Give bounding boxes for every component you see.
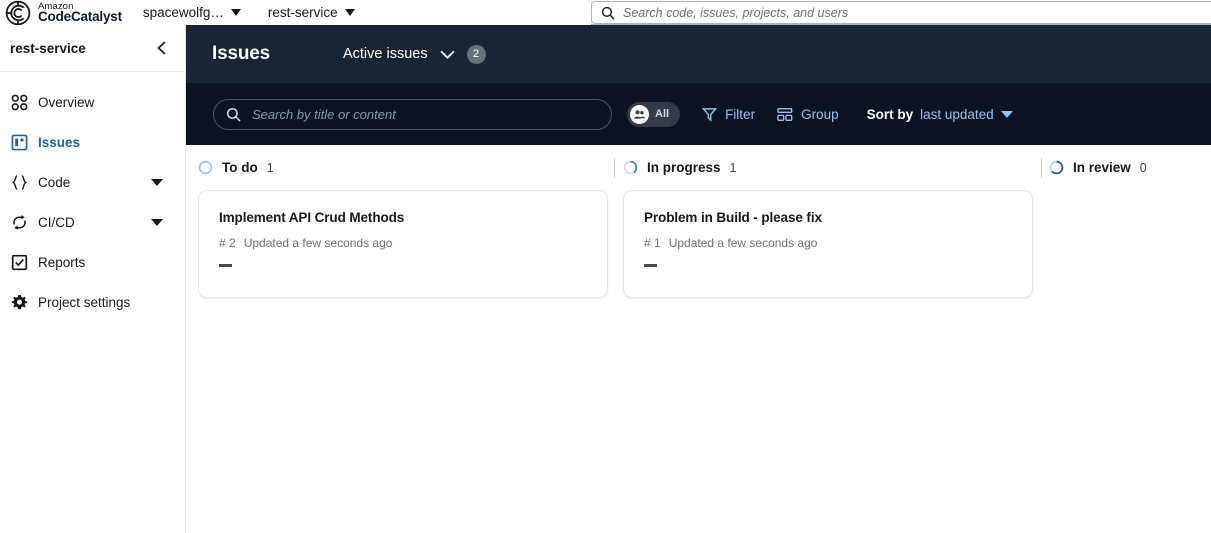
sidebar-label-cicd: CI/CD — [38, 214, 75, 230]
issue-card-updated: Updated a few seconds ago — [668, 236, 818, 250]
sidebar-collapse-button[interactable] — [153, 39, 171, 57]
issues-board-icon — [10, 133, 28, 151]
sidebar-label-project-settings: Project settings — [38, 294, 131, 310]
search-icon — [601, 6, 615, 20]
caret-down-icon — [344, 9, 355, 16]
sidebar-item-project-settings[interactable]: Project settings — [0, 282, 185, 322]
column-divider — [1041, 158, 1042, 178]
sidebar-label-overview: Overview — [38, 94, 95, 110]
sort-by-value[interactable]: last updated — [920, 107, 994, 122]
column-header-to-do: To do 1 — [198, 145, 623, 190]
space-selector[interactable]: spacewolfg… — [143, 5, 241, 20]
sidebar-project-title: rest-service — [10, 40, 86, 56]
group-label: Group — [801, 106, 839, 122]
chevron-left-icon — [157, 41, 166, 55]
sidebar-label-reports: Reports — [38, 254, 86, 270]
column-header-in-review: In review 0 — [1049, 145, 1209, 190]
column-header-in-progress: In progress 1 — [623, 145, 1048, 190]
filter-button[interactable]: Filter — [702, 107, 755, 122]
grid-dots-icon — [10, 93, 28, 111]
board-column-in-progress: In progress 1 Problem in Build - please … — [623, 145, 1048, 298]
group-grid-icon — [777, 107, 793, 121]
search-icon — [226, 107, 241, 122]
sidebar-header: rest-service — [0, 25, 185, 72]
group-button[interactable]: Group — [777, 107, 839, 122]
sidebar-item-issues[interactable]: Issues — [0, 122, 185, 162]
people-icon — [630, 104, 649, 124]
sort-by-label: Sort by — [866, 106, 914, 122]
space-label: spacewolfg… — [142, 5, 224, 20]
active-issues-dropdown[interactable]: Active issues 2 — [342, 44, 486, 64]
issues-search-placeholder: Search by title or content — [252, 106, 396, 122]
global-search-input[interactable]: Search code, issues, projects, and users — [591, 1, 1211, 24]
issues-board: To do 1 Implement API Crud Methods # 2 U… — [186, 145, 1211, 533]
issue-card-updated: Updated a few seconds ago — [243, 236, 393, 250]
column-name-to-do: To do — [222, 160, 258, 175]
caret-down-icon — [230, 9, 241, 16]
filter-label: Filter — [725, 106, 756, 122]
codecatalyst-logo-icon — [5, 0, 31, 25]
caret-down-icon[interactable] — [1000, 110, 1013, 118]
issue-card-meta: # 1 Updated a few seconds ago — [644, 236, 1012, 250]
column-name-in-progress: In progress — [647, 160, 721, 175]
issues-header: Issues Active issues 2 — [186, 25, 1211, 83]
sidebar-item-overview[interactable]: Overview — [0, 82, 185, 122]
active-issues-label: Active issues — [342, 46, 428, 62]
checkbox-square-icon — [10, 253, 28, 271]
brand-logo-group[interactable]: Amazon CodeCatalyst — [5, 0, 122, 26]
sidebar-label-code: Code — [38, 174, 71, 190]
sidebar: rest-service Overview Issues Code CI/CD … — [0, 25, 186, 533]
funnel-icon — [702, 107, 718, 122]
main-content: Issues Active issues 2 Search by title o… — [186, 25, 1211, 533]
curly-braces-icon — [10, 173, 28, 191]
sidebar-nav: Overview Issues Code CI/CD Reports Proje… — [0, 72, 185, 322]
column-count-in-progress: 1 — [729, 160, 737, 175]
caret-down-icon[interactable] — [151, 218, 163, 226]
column-divider — [614, 158, 615, 178]
issue-card-meta: # 2 Updated a few seconds ago — [219, 236, 587, 250]
page-title: Issues — [212, 43, 270, 64]
circle-empty-icon — [198, 160, 213, 175]
circle-review-icon — [1049, 160, 1064, 175]
sidebar-item-reports[interactable]: Reports — [0, 242, 185, 282]
issues-toolbar: Search by title or content All Filter Gr… — [186, 83, 1211, 145]
issue-card[interactable]: Problem in Build - please fix # 1 Update… — [623, 190, 1033, 298]
caret-down-icon[interactable] — [151, 178, 163, 186]
board-column-to-do: To do 1 Implement API Crud Methods # 2 U… — [198, 145, 623, 298]
column-count-to-do: 1 — [266, 160, 274, 175]
sort-by-control[interactable]: Sort by last updated — [867, 107, 1013, 122]
project-selector[interactable]: rest-service — [268, 5, 355, 20]
sidebar-item-code[interactable]: Code — [0, 162, 185, 202]
column-count-in-review: 0 — [1139, 160, 1147, 175]
project-label: rest-service — [267, 5, 338, 20]
board-column-in-review: In review 0 — [1049, 145, 1209, 190]
issue-card-title: Implement API Crud Methods — [219, 210, 405, 225]
assignee-filter-pill[interactable]: All — [627, 101, 681, 127]
issue-card-number: # 2 — [219, 236, 236, 250]
issue-card-assignee-placeholder — [644, 264, 657, 267]
gear-icon — [10, 293, 28, 311]
issue-card-number: # 1 — [644, 236, 661, 250]
sidebar-label-issues: Issues — [38, 134, 81, 150]
brand-product-label: CodeCatalyst — [38, 9, 122, 24]
sidebar-item-cicd[interactable]: CI/CD — [0, 202, 185, 242]
issues-search-input[interactable]: Search by title or content — [213, 98, 612, 130]
active-issues-count-badge: 2 — [466, 44, 486, 64]
issue-card-title: Problem in Build - please fix — [644, 210, 822, 225]
chevron-down-icon — [440, 50, 455, 59]
issue-card[interactable]: Implement API Crud Methods # 2 Updated a… — [198, 190, 608, 298]
column-name-in-review: In review — [1073, 160, 1131, 175]
cycle-arrows-icon — [10, 213, 28, 231]
brand-wordmark: Amazon CodeCatalyst — [38, 1, 122, 24]
assignee-filter-label: All — [655, 108, 670, 120]
issue-card-assignee-placeholder — [219, 264, 232, 267]
circle-progress-icon — [623, 160, 638, 175]
global-search-placeholder: Search code, issues, projects, and users — [623, 5, 849, 20]
